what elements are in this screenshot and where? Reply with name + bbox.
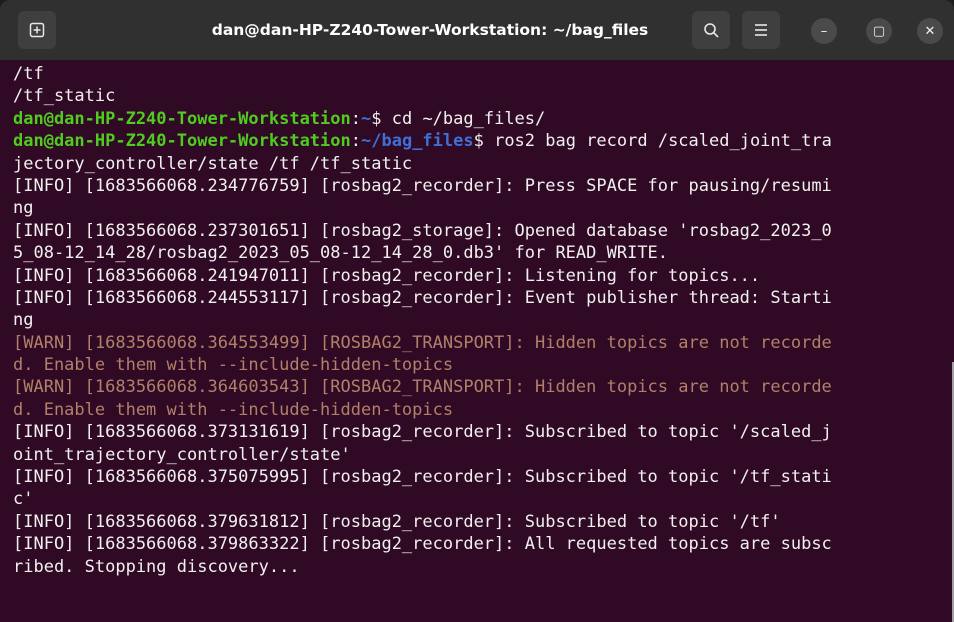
output-text: ng <box>13 310 34 331</box>
output-line: /tf <box>13 63 954 85</box>
prompt-path: ~/bag_files <box>361 131 474 152</box>
new-tab-button[interactable] <box>18 11 56 49</box>
hamburger-menu-icon <box>755 24 767 36</box>
output-line: ng <box>13 197 954 219</box>
new-tab-icon <box>29 22 45 38</box>
output-text: ribed. Stopping discovery... <box>13 556 300 577</box>
output-line: [INFO] [1683566068.244553117] [rosbag2_r… <box>13 287 954 309</box>
output-text: [INFO] [1683566068.373131619] [rosbag2_r… <box>13 422 832 443</box>
close-button[interactable]: ✕ <box>917 18 943 44</box>
terminal-output[interactable]: /tf/tf_static dan@dan-HP-Z240-Tower-Works… <box>0 60 954 622</box>
prompt-separator: : <box>350 108 362 129</box>
search-icon <box>703 22 719 38</box>
output-text: [INFO] [1683566068.244553117] [rosbag2_r… <box>13 287 832 308</box>
output-text: [INFO] [1683566068.379863322] [rosbag2_r… <box>13 534 832 555</box>
output-line: [INFO] [1683566068.241947011] [rosbag2_r… <box>13 265 954 287</box>
title-bar[interactable]: dan@dan-HP-Z240-Tower-Workstation: ~/bag… <box>0 0 954 60</box>
output-text: ng <box>13 198 34 219</box>
output-text: [INFO] [1683566068.234776759] [rosbag2_r… <box>13 175 832 196</box>
warning-text: [WARN] [1683566068.364603543] [ROSBAG2_T… <box>13 377 832 398</box>
minimize-button[interactable]: – <box>811 18 837 44</box>
prompt-user-host: dan@dan-HP-Z240-Tower-Workstation <box>13 108 351 129</box>
prompt-command: $ ros2 bag record /scaled_joint_tra <box>473 131 832 152</box>
warning-text: d. Enable them with --include-hidden-top… <box>13 399 454 420</box>
prompt-command: $ cd ~/bag_files/ <box>371 108 546 129</box>
close-icon: ✕ <box>924 23 936 39</box>
output-line: [INFO] [1683566068.379631812] [rosbag2_r… <box>13 511 954 533</box>
output-line: ng <box>13 309 954 331</box>
output-line: c' <box>13 488 954 510</box>
output-text: [INFO] [1683566068.379631812] [rosbag2_r… <box>13 511 781 532</box>
window-title: dan@dan-HP-Z240-Tower-Workstation: ~/bag… <box>211 21 649 39</box>
output-text: /tf <box>13 64 44 84</box>
output-text: oint_trajectory_controller/state' <box>13 444 351 465</box>
output-line: /tf_static <box>13 85 954 107</box>
output-text: [INFO] [1683566068.375075995] [rosbag2_r… <box>13 467 832 488</box>
maximize-icon: ▢ <box>872 23 886 39</box>
output-line: ribed. Stopping discovery... <box>13 556 954 578</box>
prompt-line: dan@dan-HP-Z240-Tower-Workstation:~/bag_… <box>13 130 954 152</box>
output-line: jectory_controller/state /tf /tf_static <box>13 153 954 175</box>
output-line: [INFO] [1683566068.237301651] [rosbag2_s… <box>13 220 954 242</box>
prompt-path: ~ <box>361 108 372 129</box>
warning-line: d. Enable them with --include-hidden-top… <box>13 399 954 421</box>
output-line: [INFO] [1683566068.373131619] [rosbag2_r… <box>13 421 954 443</box>
warning-line: d. Enable them with --include-hidden-top… <box>13 354 954 376</box>
output-text: [INFO] [1683566068.241947011] [rosbag2_r… <box>13 265 761 286</box>
output-line: 5_08-12_14_28/rosbag2_2023_05_08-12_14_2… <box>13 242 954 264</box>
minimize-icon: – <box>820 23 828 39</box>
warning-line: [WARN] [1683566068.364553499] [ROSBAG2_T… <box>13 332 954 354</box>
output-text: jectory_controller/state /tf /tf_static <box>13 153 413 174</box>
prompt-line: dan@dan-HP-Z240-Tower-Workstation:~$ cd … <box>13 108 954 130</box>
output-line: [INFO] [1683566068.379863322] [rosbag2_r… <box>13 533 954 555</box>
warning-line: [WARN] [1683566068.364603543] [ROSBAG2_T… <box>13 376 954 398</box>
search-button[interactable] <box>692 11 730 49</box>
output-line: oint_trajectory_controller/state' <box>13 444 954 466</box>
prompt-user-host: dan@dan-HP-Z240-Tower-Workstation <box>13 131 351 152</box>
output-text: c' <box>13 489 34 510</box>
output-text: /tf_static <box>13 86 116 107</box>
menu-button[interactable] <box>742 11 780 49</box>
warning-text: [WARN] [1683566068.364553499] [ROSBAG2_T… <box>13 332 832 353</box>
prompt-separator: : <box>350 131 362 152</box>
output-line: [INFO] [1683566068.234776759] [rosbag2_r… <box>13 175 954 197</box>
maximize-button[interactable]: ▢ <box>866 18 892 44</box>
warning-text: d. Enable them with --include-hidden-top… <box>13 355 454 376</box>
terminal-window: dan@dan-HP-Z240-Tower-Workstation: ~/bag… <box>0 0 954 622</box>
output-line: [INFO] [1683566068.375075995] [rosbag2_r… <box>13 466 954 488</box>
output-text: 5_08-12_14_28/rosbag2_2023_05_08-12_14_2… <box>13 243 669 264</box>
output-text: [INFO] [1683566068.237301651] [rosbag2_s… <box>13 220 832 241</box>
